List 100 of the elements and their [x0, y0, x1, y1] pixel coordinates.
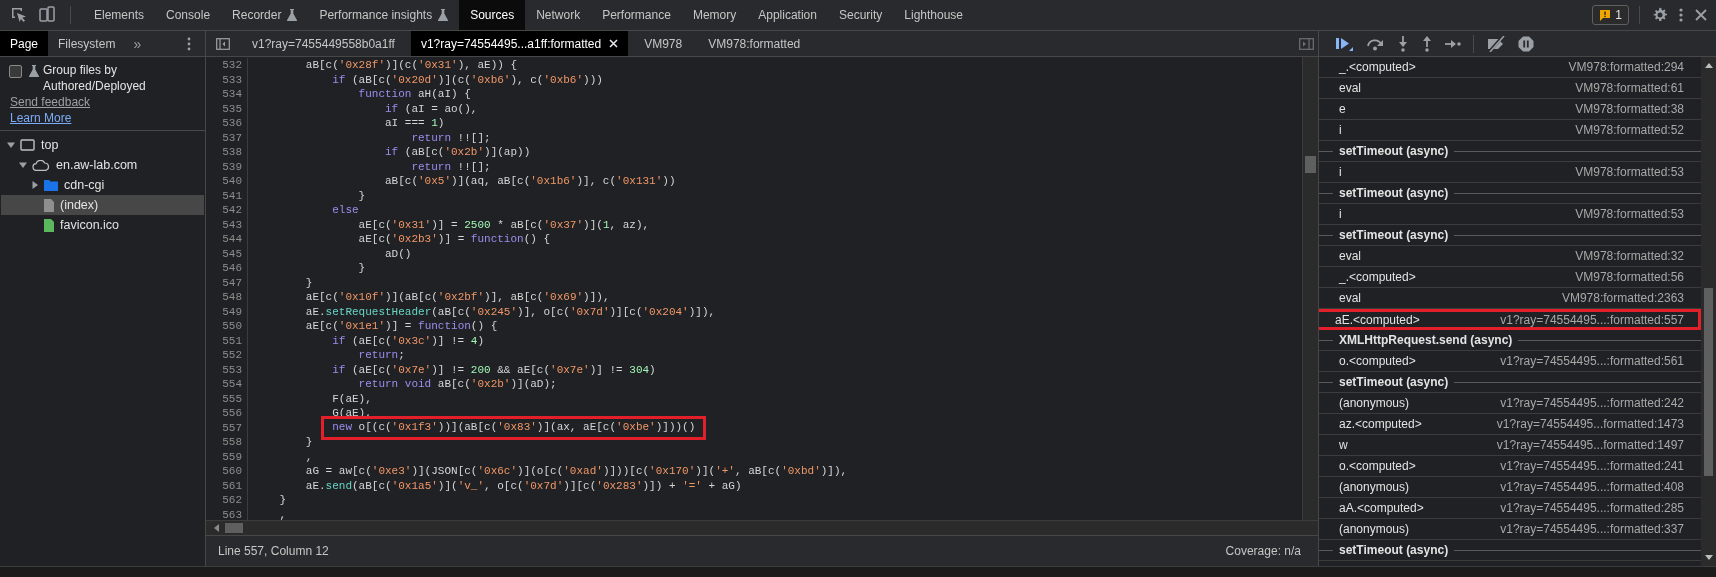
call-frame[interactable]: az.<computed> v1?ray=74554495...formatted:1473	[1319, 414, 1701, 435]
panel-tab[interactable]: Network	[525, 0, 592, 30]
call-frame[interactable]: _.<computed> VM978:formatted:294	[1319, 57, 1701, 78]
caret-icon[interactable]	[31, 181, 39, 189]
call-frame[interactable]: (anonymous) v1?ray=74554495...:formatted:242	[1319, 393, 1701, 414]
panel-tab[interactable]: Console	[155, 0, 222, 30]
step-icon[interactable]	[1445, 37, 1461, 50]
line-number: 546	[206, 261, 248, 276]
more-tabs-button[interactable]: »	[125, 35, 150, 52]
scroll-thumb[interactable]	[225, 523, 243, 533]
caret-icon[interactable]	[7, 141, 15, 149]
navigator-tab[interactable]: Page	[0, 31, 49, 56]
sidebar-toggle-icon[interactable]	[1299, 37, 1314, 50]
panel-tab[interactable]: Memory	[681, 0, 748, 30]
tree-item[interactable]: en.aw-lab.com	[1, 155, 204, 175]
line-number: 557	[206, 420, 248, 435]
pause-exceptions-icon[interactable]	[1518, 35, 1534, 52]
line-number: 533	[206, 72, 248, 87]
panel-tab[interactable]: Performance insights	[308, 0, 460, 30]
tree-item[interactable]: top	[1, 135, 204, 155]
line-number: 549	[206, 304, 248, 319]
line-number: 539	[206, 159, 248, 174]
frame-icon	[20, 139, 35, 151]
settings-icon[interactable]	[1652, 7, 1668, 23]
more-icon[interactable]	[187, 36, 191, 51]
call-frame[interactable]: eval VM978:formatted:32	[1319, 246, 1701, 267]
scrollbar[interactable]	[1701, 57, 1716, 566]
code-line: }	[305, 275, 313, 290]
call-frame[interactable]: aA.<computed> v1?ray=74554495...:formatted:285	[1319, 498, 1701, 519]
file-tab[interactable]: v1?ray=7455449558b0a1ff	[242, 31, 405, 56]
line-number: 532	[206, 58, 248, 73]
checkbox[interactable]	[9, 65, 22, 78]
call-frame[interactable]: _.<computed> VM978:formatted:56	[1319, 267, 1701, 288]
line-number: 538	[206, 145, 248, 160]
call-frame[interactable]: i VM978:formatted:53	[1319, 204, 1701, 225]
tree-item[interactable]: (index)	[1, 195, 204, 215]
tree-item[interactable]: favicon.ico	[1, 215, 204, 235]
line-number: 558	[206, 435, 248, 450]
file-tab[interactable]: VM978:formatted	[698, 31, 811, 56]
scroll-left-icon[interactable]	[214, 524, 219, 532]
link[interactable]: Learn More	[10, 110, 72, 126]
call-frame[interactable]: (anonymous) v1?ray=74554495...:formatted:408	[1319, 477, 1701, 498]
link[interactable]: Send feedback	[10, 94, 91, 110]
sidebar-toggle-icon[interactable]	[216, 37, 230, 50]
call-frame[interactable]: eval VM978:formatted:61	[1319, 78, 1701, 99]
code-line: if (aI = ao(),	[385, 101, 478, 116]
file-icon	[44, 198, 54, 212]
line-number: 556	[206, 406, 248, 421]
scroll-down-icon[interactable]	[1705, 555, 1713, 560]
line-number: 541	[206, 188, 248, 203]
line-number: 559	[206, 449, 248, 464]
scroll-thumb[interactable]	[1704, 288, 1713, 476]
inspect-icon[interactable]	[10, 6, 28, 24]
panel-tab[interactable]: Application	[747, 0, 828, 30]
async-separator: setTimeout (async)	[1338, 543, 1450, 557]
panel-tab[interactable]: Elements	[83, 0, 156, 30]
call-frame[interactable]: w v1?ray=74554495...formatted:1497	[1319, 435, 1701, 456]
device-icon[interactable]	[38, 6, 56, 24]
code-line: return;	[358, 348, 405, 363]
call-frame[interactable]: (anonymous) v1?ray=74554495...:formatted:337	[1319, 519, 1701, 540]
code-line: aB[c('0x28f')](c('0x31'), aE)) {	[305, 58, 518, 73]
line-number: 551	[206, 333, 248, 348]
call-frame[interactable]: e VM978:formatted:38	[1319, 99, 1701, 120]
call-frame[interactable]: o.<computed> v1?ray=74554495...:formatted:241	[1319, 456, 1701, 477]
code-line: if (aB[c('0x2b')](ap))	[385, 145, 531, 160]
resume-icon[interactable]	[1335, 35, 1353, 52]
call-frame[interactable]: i VM978:formatted:52	[1319, 120, 1701, 141]
step-out-icon[interactable]	[1421, 35, 1433, 52]
line-number: 542	[206, 203, 248, 218]
code-line: else	[332, 203, 359, 218]
cursor-position: Line 557, Column 12	[218, 544, 329, 558]
panel-tab[interactable]: Performance	[591, 0, 682, 30]
code-line: aE.setRequestHeader(aB[c('0x245')], o[c('0x7d')][c('0x204')]),	[305, 304, 716, 319]
panel-tab[interactable]: Lighthouse	[893, 0, 975, 30]
code-line: F(aE),	[332, 391, 372, 406]
panel-tab[interactable]: Security	[827, 0, 894, 30]
deactivate-breakpoints-icon[interactable]	[1486, 35, 1506, 52]
line-number: 545	[206, 246, 248, 261]
call-frame[interactable]: o.<computed> v1?ray=74554495...:formatted:561	[1319, 351, 1701, 372]
issues-button[interactable]: 1	[1592, 5, 1629, 25]
caret-icon[interactable]	[19, 161, 27, 169]
file-tab[interactable]: VM978	[634, 31, 693, 56]
more-icon[interactable]	[1678, 7, 1684, 23]
call-frame[interactable]: aE.<computed> v1?ray=74554495...:formatted:557	[1319, 309, 1701, 330]
panel-tab[interactable]: Recorder	[221, 0, 309, 30]
navigator-tab[interactable]: Filesystem	[48, 31, 126, 56]
step-over-icon[interactable]	[1365, 36, 1385, 51]
scroll-thumb[interactable]	[1305, 156, 1316, 173]
step-into-icon[interactable]	[1397, 35, 1409, 52]
file-tab[interactable]: v1?ray=74554495...a1ff:formatted	[410, 31, 629, 56]
line-number: 554	[206, 377, 248, 392]
scrollbar[interactable]	[1302, 57, 1318, 520]
scrollbar[interactable]	[206, 520, 1318, 535]
panel-tab[interactable]: Sources	[459, 0, 526, 30]
code-line: ,	[279, 507, 286, 520]
line-number: 548	[206, 290, 248, 305]
tree-item[interactable]: cdn-cgi	[1, 175, 204, 195]
call-frame[interactable]: eval VM978:formatted:2363	[1319, 288, 1701, 309]
scroll-up-icon[interactable]	[1705, 63, 1713, 68]
call-frame[interactable]: i VM978:formatted:53	[1319, 162, 1701, 183]
